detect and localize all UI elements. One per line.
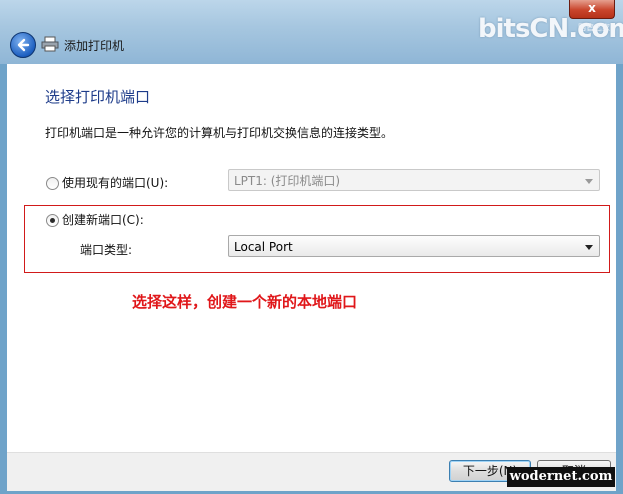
new-port-label[interactable]: 创建新端口(C): xyxy=(62,211,144,228)
wizard-content: 选择打印机端口 打印机端口是一种允许您的计算机与打印机交换信息的连接类型。 使用… xyxy=(7,64,616,452)
page-heading: 选择打印机端口 xyxy=(45,88,151,106)
title-bar: x 添加打印机 bitsCN.com 网管之家 xyxy=(0,0,623,64)
existing-port-value: LPT1: (打印机端口) xyxy=(234,174,341,188)
watermark-subtitle: 网管之家 xyxy=(578,23,610,32)
port-type-value: Local Port xyxy=(234,240,293,254)
chevron-down-icon xyxy=(585,245,593,250)
back-arrow-icon xyxy=(17,38,30,52)
port-type-label: 端口类型: xyxy=(80,243,133,257)
page-description: 打印机端口是一种允许您的计算机与打印机交换信息的连接类型。 xyxy=(45,126,394,140)
window-title: 添加打印机 xyxy=(64,39,125,53)
chevron-down-icon xyxy=(585,179,593,184)
annotation-text: 选择这样，创建一个新的本地端口 xyxy=(132,293,358,311)
existing-port-radio[interactable] xyxy=(46,177,59,190)
wodernet-watermark: wodernet.com xyxy=(507,467,615,487)
new-port-radio[interactable] xyxy=(46,214,59,227)
back-button[interactable] xyxy=(10,32,36,58)
port-type-select[interactable]: Local Port xyxy=(228,235,600,257)
printer-icon xyxy=(41,36,59,52)
existing-port-label[interactable]: 使用现有的端口(U): xyxy=(62,174,168,191)
existing-port-select[interactable]: LPT1: (打印机端口) xyxy=(228,169,600,191)
